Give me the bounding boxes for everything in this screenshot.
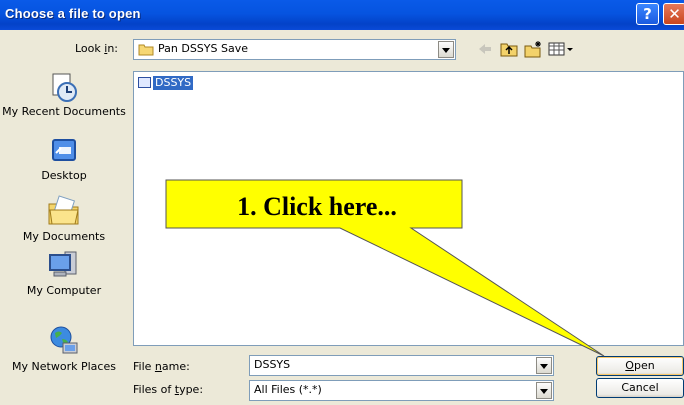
back-arrow-icon[interactable]	[476, 40, 494, 58]
place-my-recent-documents[interactable]: My Recent Documents	[0, 71, 128, 118]
desktop-icon	[52, 139, 76, 161]
look-in-label: Look in:	[75, 42, 119, 55]
new-folder-icon[interactable]	[524, 40, 542, 58]
places-bar: My Recent Documents Desktop My Documents…	[0, 60, 128, 405]
look-in-dropdown[interactable]: Pan DSSYS Save	[133, 39, 456, 60]
chevron-down-icon[interactable]	[536, 382, 552, 399]
chevron-down-icon[interactable]	[438, 41, 454, 58]
file-type-dropdown[interactable]: All Files (*.*)	[249, 380, 554, 401]
help-button[interactable]: ?	[636, 3, 659, 25]
recent-documents-icon	[52, 73, 77, 102]
file-name-label: File name:	[133, 360, 190, 373]
title-bar: Choose a file to open ? ✕	[0, 0, 684, 30]
close-button[interactable]: ✕	[663, 3, 684, 25]
place-my-network-places[interactable]: My Network Places	[0, 324, 128, 373]
callout-text: 1. Click here...	[237, 192, 397, 221]
window-title: Choose a file to open	[5, 6, 141, 21]
network-places-icon	[50, 326, 78, 354]
place-my-documents[interactable]: My Documents	[0, 194, 128, 243]
up-folder-icon[interactable]	[500, 40, 518, 58]
place-my-computer[interactable]: My Computer	[0, 248, 128, 297]
place-desktop[interactable]: Desktop	[0, 137, 128, 182]
cancel-button[interactable]: Cancel	[596, 378, 684, 398]
file-icon	[138, 77, 151, 88]
my-documents-icon	[48, 195, 79, 225]
file-name-input[interactable]: DSSYS	[249, 355, 554, 376]
file-type-label: Files of type:	[133, 383, 204, 396]
my-computer-icon	[49, 251, 77, 277]
folder-icon	[138, 44, 154, 56]
open-button[interactable]: Open	[596, 356, 684, 376]
chevron-down-icon[interactable]	[536, 357, 552, 374]
views-menu-icon[interactable]	[548, 40, 574, 58]
